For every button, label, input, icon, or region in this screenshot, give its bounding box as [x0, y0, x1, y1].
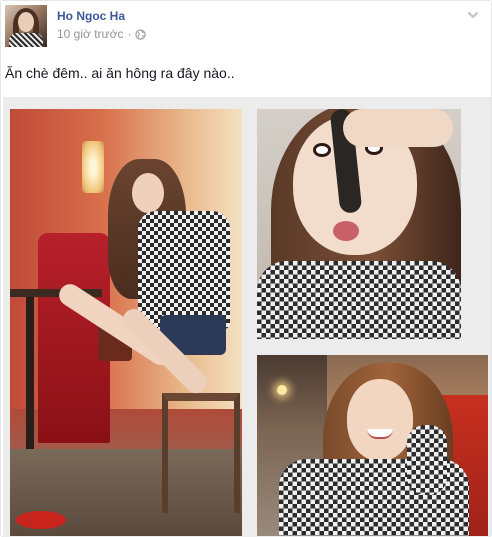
facebook-post: Ho Ngoc Ha 10 giờ trước · Ăn chè đêm.. a…	[0, 0, 492, 537]
photo-cafe[interactable]	[10, 109, 242, 536]
photo-smiling-selfie[interactable]	[257, 355, 488, 536]
face	[347, 379, 413, 461]
eye	[313, 143, 331, 157]
author-name-link[interactable]: Ho Ngoc Ha	[57, 9, 125, 23]
avatar-face	[18, 12, 34, 32]
avatar-shirt	[9, 33, 43, 47]
post-meta: 10 giờ trước ·	[57, 27, 147, 41]
post-text: Ăn chè đêm.. ai ăn hông ra đây nào..	[5, 65, 235, 81]
author-avatar[interactable]	[5, 5, 47, 47]
meta-separator: ·	[127, 27, 132, 41]
checkered-shirt	[138, 211, 230, 329]
red-shoe	[16, 511, 66, 529]
raised-arm	[407, 425, 447, 495]
wooden-stool	[162, 393, 240, 513]
wall-lamp	[82, 141, 104, 193]
checkered-shirt	[257, 261, 461, 339]
street-light	[277, 385, 287, 395]
mouth	[333, 221, 359, 241]
chevron-down-icon[interactable]	[465, 7, 481, 23]
photo-grid	[3, 97, 491, 537]
photo-spoon-selfie[interactable]	[257, 109, 461, 339]
face	[132, 173, 164, 213]
post-timestamp[interactable]: 10 giờ trước	[57, 27, 123, 41]
globe-icon[interactable]	[135, 28, 147, 40]
hand	[343, 109, 453, 147]
